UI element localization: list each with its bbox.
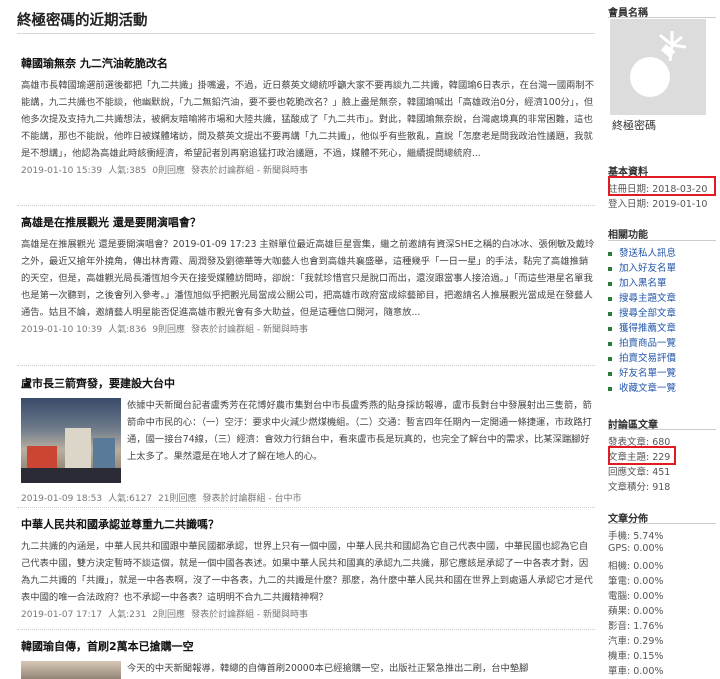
post-excerpt: 今天的中天新聞報導，韓總的自傳首刷20000本已經搶購一空，出版社正緊急推出二刷… [127,663,529,674]
dist-item: 筆電: 0.00% [608,576,664,587]
post-replies-link[interactable]: 0則回應 [152,166,185,176]
post-views: 人氣:385 [108,166,147,176]
square-bullet-icon [608,326,612,331]
dist-item: 單車: 0.00% [608,666,664,677]
post-date: 2019-01-10 15:39 [21,166,103,176]
post-replies-link[interactable]: 9則回應 [152,325,185,335]
replies-count: 回應文章: 451 [608,467,671,478]
square-bullet-icon [608,281,612,286]
topics-count-highlight [608,446,676,465]
sidebar-divider [608,240,716,241]
post-excerpt: 九二共識的內涵是，中華人民共和國跟中華民國都承認，世界上只有一個中國，中華人民共… [21,541,593,603]
post-title-link[interactable]: 高雄是在推展觀光 還是要開演唱會？ [21,214,595,230]
activity-feed: 終極密碼的近期活動 韓國瑜無奈 九二汽油乾脆改名 高雄市長韓國瑜選前選後都把「九… [0,0,600,679]
member-nickname-link[interactable]: 終極密碼 [612,117,656,133]
post-source-link[interactable]: 發表於討論群組 - 台中市 [203,494,302,504]
register-date-highlight [608,176,716,196]
square-bullet-icon [608,356,612,361]
post-item: 盧市長三箭齊發，要建設大台中 依據中天新聞台記者盧秀芳在花博好農市集對台中市長盧… [21,375,595,504]
square-bullet-icon [608,266,612,271]
post-views: 人氣:6127 [108,494,153,504]
dist-item: 汽車: 0.29% [608,636,664,647]
post-item: 高雄是在推展觀光 還是要開演唱會？ 高雄是在推展觀光 還是要開演唱會？2019-… [21,214,595,335]
favorites-link[interactable]: 收藏文章一覽 [608,380,676,394]
post-thumbnail[interactable] [21,398,121,483]
post-divider [17,507,595,508]
post-score: 文章積分: 918 [608,482,671,493]
post-divider [17,365,595,366]
post-meta: 2019-01-10 15:39 人氣:385 0則回應 發表於討論群組 - 新聞與時… [21,163,595,176]
square-bullet-icon [608,251,612,256]
post-divider [17,629,595,630]
post-meta: 2019-01-10 10:39 人氣:836 9則回應 發表於討論群組 - 新聞與時… [21,322,595,335]
dist-item: 機車: 0.15% [608,651,664,662]
search-all-posts-link[interactable]: 搜尋全部文章 [608,305,676,319]
square-bullet-icon [608,386,612,391]
post-excerpt: 依據中天新聞台記者盧秀芳在花博好農市集對台中市長盧秀燕的貼身採訪報導，盧市長對台… [127,400,592,462]
post-date: 2019-01-10 10:39 [21,325,103,335]
post-replies-link[interactable]: 2則回應 [152,610,185,620]
search-topics-link[interactable]: 搜尋主題文章 [608,290,676,304]
post-title-link[interactable]: 韓國瑜無奈 九二汽油乾脆改名 [21,55,595,71]
post-excerpt: 高雄是在推展觀光 還是要開演唱會？2019-01-09 17:23 主辦單位最近… [21,239,595,318]
recommended-posts-link[interactable]: 獲得推薦文章 [608,320,676,334]
post-replies-link[interactable]: 21則回應 [158,494,196,504]
last-login-date: 登入日期: 2019-01-10 [608,199,708,210]
post-title-link[interactable]: 韓國瑜自傳，首刷2萬本已搶購一空 [21,638,595,654]
friend-list-link[interactable]: 好友名單一覽 [608,365,676,379]
post-views: 人氣:836 [108,325,147,335]
post-meta: 2019-01-07 17:17 人氣:231 2則回應 發表於討論群組 - 新聞與時… [21,607,595,620]
dist-item: 電腦: 0.00% [608,591,664,602]
post-item: 中華人民共和國承認並尊重九二共識嗎？ 九二共識的內涵是，中華人民共和國跟中華民國… [21,516,595,620]
post-item: 韓國瑜無奈 九二汽油乾脆改名 高雄市長韓國瑜選前選後都把「九二共識」掛嘴邊，不過… [21,55,595,176]
post-source-link[interactable]: 發表於討論群組 - 新聞與時事 [191,166,308,176]
title-divider [17,33,595,34]
square-bullet-icon [608,311,612,316]
post-source-link[interactable]: 發表於討論群組 - 新聞與時事 [191,325,308,335]
page-title: 終極密碼的近期活動 [17,13,148,29]
post-views: 人氣:231 [108,610,147,620]
avatar[interactable] [610,19,706,115]
post-date: 2019-01-09 18:53 [21,494,103,504]
post-date: 2019-01-07 17:17 [21,610,103,620]
post-thumbnail[interactable] [21,661,121,679]
dist-item: 影音: 1.76% [608,621,664,632]
dist-item: 蘋果: 0.00% [608,606,664,617]
post-item: 韓國瑜自傳，首刷2萬本已搶購一空 今天的中天新聞報導，韓總的自傳首刷20000本… [21,638,595,679]
post-title-link[interactable]: 盧市長三箭齊發，要建設大台中 [21,375,595,391]
post-title-link[interactable]: 中華人民共和國承認並尊重九二共識嗎？ [21,516,595,532]
member-sidebar: 會員名稱 終極密碼 基本資料 註冊日期: 2018-03-20 登入日期: 20… [608,0,720,679]
dist-item: 手機: 5.74% [608,531,664,542]
post-content: 依據中天新聞台記者盧秀芳在花博好農市集對台中市長盧秀燕的貼身採訪報導，盧市長對台… [21,397,595,483]
square-bullet-icon [608,296,612,301]
square-bullet-icon [608,341,612,346]
post-source-link[interactable]: 發表於討論群組 - 新聞與時事 [191,610,308,620]
sidebar-divider [608,17,716,18]
bomb-icon [630,31,687,97]
dist-item: GPS: 0.00% [608,543,664,554]
sidebar-divider [608,523,716,524]
post-excerpt: 高雄市長韓國瑜選前選後都把「九二共識」掛嘴邊，不過，近日蔡英文總統呼籲大家不要再… [21,80,595,159]
post-divider [17,205,595,206]
post-content: 今天的中天新聞報導，韓總的自傳首刷20000本已經搶購一空，出版社正緊急推出二刷… [21,660,595,679]
sidebar-divider [608,429,716,430]
dist-item: 相機: 0.00% [608,561,664,572]
post-meta: 2019-01-09 18:53 人氣:6127 21則回應 發表於討論群組 - 台中… [21,491,595,504]
square-bullet-icon [608,371,612,376]
add-blacklist-link[interactable]: 加入黑名單 [608,275,667,289]
add-friend-link[interactable]: 加入好友名單 [608,260,676,274]
auction-items-link[interactable]: 拍賣商品一覽 [608,335,676,349]
send-message-link[interactable]: 發送私人訊息 [608,245,676,259]
auction-ratings-link[interactable]: 拍賣交易評價 [608,350,676,364]
functions-heading: 相關功能 [608,230,648,241]
